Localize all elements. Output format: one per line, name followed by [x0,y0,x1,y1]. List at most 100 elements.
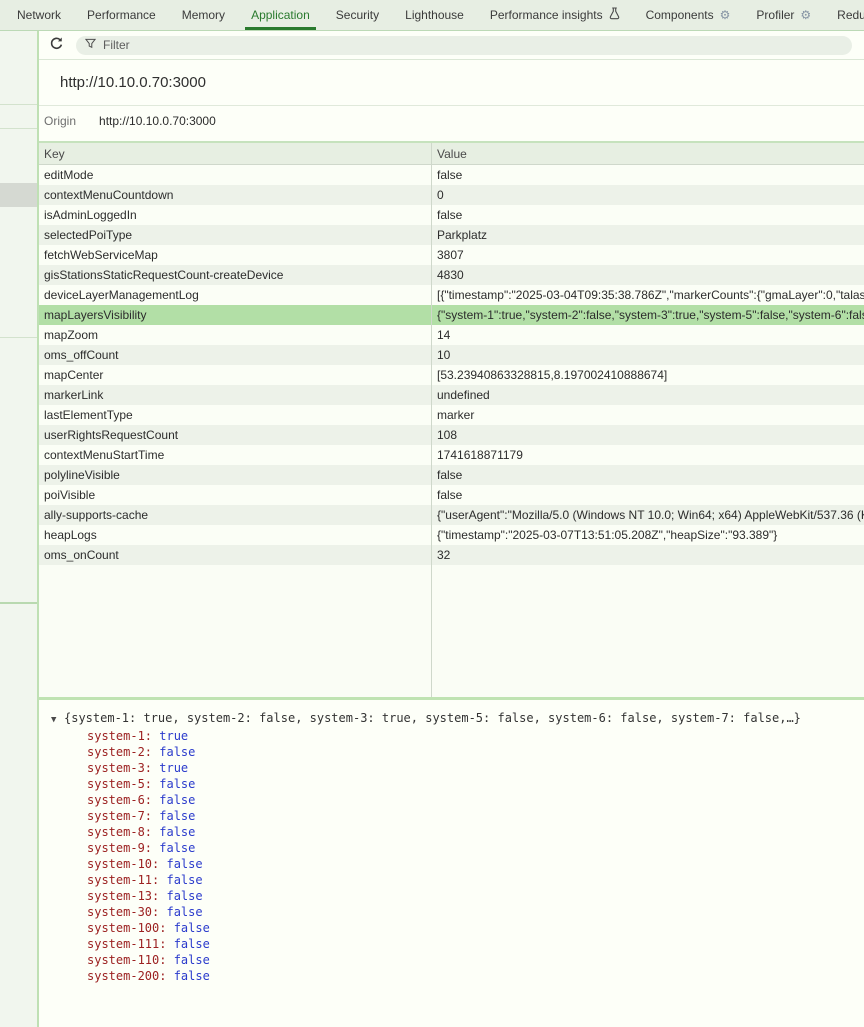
origin-row: Origin http://10.10.0.70:3000 [39,106,864,135]
tab-label: Performance [87,8,156,22]
preview-entry[interactable]: system-100: false [51,920,864,936]
table-row[interactable]: polylineVisiblefalse [39,465,864,485]
table-row[interactable]: isAdminLoggedInfalse [39,205,864,225]
storage-origin-title: http://10.10.0.70:3000 [39,60,864,106]
preview-entry[interactable]: system-9: false [51,840,864,856]
preview-entry-key: system-200: [87,969,166,983]
local-storage-panel: Filter http://10.10.0.70:3000 Origin htt… [39,31,864,1027]
preview-entry-key: system-110: [87,953,166,967]
tab-redux[interactable]: Redux [824,0,864,30]
row-key: mapCenter [39,368,431,382]
preview-entry[interactable]: system-5: false [51,776,864,792]
tab-lighthouse[interactable]: Lighthouse [392,0,477,30]
preview-entry[interactable]: system-3: true [51,760,864,776]
table-row[interactable]: fetchWebServiceMap3807 [39,245,864,265]
flask-icon [609,7,620,23]
table-row[interactable]: heapLogs{"timestamp":"2025-03-07T13:51:0… [39,525,864,545]
preview-entry-value: false [159,889,202,903]
preview-entry-key: system-100: [87,921,166,935]
row-key: deviceLayerManagementLog [39,288,431,302]
row-key: contextMenuStartTime [39,448,431,462]
preview-entry[interactable]: system-13: false [51,888,864,904]
preview-entry-key: system-5: [87,777,152,791]
preview-entry-value: false [152,841,195,855]
devtools-tabbar: Network Performance Memory Application Secur… [0,0,864,31]
preview-entry[interactable]: system-110: false [51,952,864,968]
table-row[interactable]: userRightsRequestCount108 [39,425,864,445]
preview-entry-key: system-111: [87,937,166,951]
preview-summary-text: {system-1: true, system-2: false, system… [64,710,801,726]
table-row[interactable]: gisStationsStaticRequestCount-createDevi… [39,265,864,285]
table-body: editModefalsecontextMenuCountdown0isAdmi… [39,165,864,565]
table-row[interactable]: oms_offCount10 [39,345,864,365]
preview-entry-value: false [159,873,202,887]
preview-entry-value: false [159,905,202,919]
preview-entry[interactable]: system-200: false [51,968,864,984]
table-row[interactable]: mapZoom14 [39,325,864,345]
filter-input[interactable]: Filter [76,36,852,55]
preview-entry[interactable]: system-2: false [51,744,864,760]
preview-summary-row[interactable]: ▼ {system-1: true, system-2: false, syst… [51,710,864,728]
key-value-table: Key Value editModefalsecontextMenuCountd… [39,141,864,700]
tab-components[interactable]: Components ⚙ [633,0,744,30]
row-value: {"userAgent":"Mozilla/5.0 (Windows NT 10… [431,508,864,522]
row-key: lastElementType [39,408,431,422]
table-row[interactable]: lastElementTypemarker [39,405,864,425]
preview-entry-key: system-11: [87,873,159,887]
filter-funnel-icon [85,38,96,52]
preview-entry-key: system-6: [87,793,152,807]
table-row[interactable]: poiVisiblefalse [39,485,864,505]
table-row[interactable]: mapCenter[53.23940863328815,8.1970024108… [39,365,864,385]
row-value: false [431,468,864,482]
preview-entry-value: false [152,825,195,839]
table-row[interactable]: editModefalse [39,165,864,185]
row-value: undefined [431,388,864,402]
preview-entry[interactable]: system-1: true [51,728,864,744]
table-row[interactable]: contextMenuStartTime1741618871179 [39,445,864,465]
tab-application[interactable]: Application [238,0,323,30]
tab-memory[interactable]: Memory [169,0,238,30]
row-key: contextMenuCountdown [39,188,431,202]
table-row[interactable]: ally-supports-cache{"userAgent":"Mozilla… [39,505,864,525]
column-header-value[interactable]: Value [431,147,864,161]
tab-label: Components [646,8,714,22]
preview-entry[interactable]: system-8: false [51,824,864,840]
row-value: 10 [431,348,864,362]
tab-label: Application [251,8,310,22]
preview-entry-value: false [159,857,202,871]
table-row[interactable]: oms_onCount32 [39,545,864,565]
tab-security[interactable]: Security [323,0,392,30]
preview-entry-value: false [152,809,195,823]
tab-network[interactable]: Network [4,0,74,30]
sidebar-divider [0,128,37,129]
tab-performance-insights[interactable]: Performance insights [477,0,633,30]
preview-entry[interactable]: system-11: false [51,872,864,888]
gear-icon: ⚙ [720,9,731,21]
expand-triangle-icon[interactable]: ▼ [51,710,64,728]
preview-entry[interactable]: system-6: false [51,792,864,808]
preview-entry[interactable]: system-10: false [51,856,864,872]
table-row[interactable]: mapLayersVisibility{"system-1":true,"sys… [39,305,864,325]
tab-label: Performance insights [490,8,603,22]
tab-performance[interactable]: Performance [74,0,169,30]
value-preview-panel: ▼ {system-1: true, system-2: false, syst… [39,700,864,1027]
row-key: markerLink [39,388,431,402]
preview-entry[interactable]: system-7: false [51,808,864,824]
preview-entry[interactable]: system-111: false [51,936,864,952]
sidebar-divider [0,104,37,105]
column-divider[interactable] [431,143,432,697]
sidebar-selected-item [0,183,37,207]
column-header-key[interactable]: Key [39,147,431,161]
table-header: Key Value [39,143,864,165]
storage-toolbar: Filter [39,31,864,60]
row-key: poiVisible [39,488,431,502]
preview-entry[interactable]: system-30: false [51,904,864,920]
table-row[interactable]: deviceLayerManagementLog[{"timestamp":"2… [39,285,864,305]
row-value: 14 [431,328,864,342]
table-row[interactable]: selectedPoiTypeParkplatz [39,225,864,245]
table-row[interactable]: markerLinkundefined [39,385,864,405]
tab-profiler[interactable]: Profiler⚙ [743,0,824,30]
table-row[interactable]: contextMenuCountdown0 [39,185,864,205]
row-key: gisStationsStaticRequestCount-createDevi… [39,268,431,282]
refresh-button[interactable] [47,34,66,56]
